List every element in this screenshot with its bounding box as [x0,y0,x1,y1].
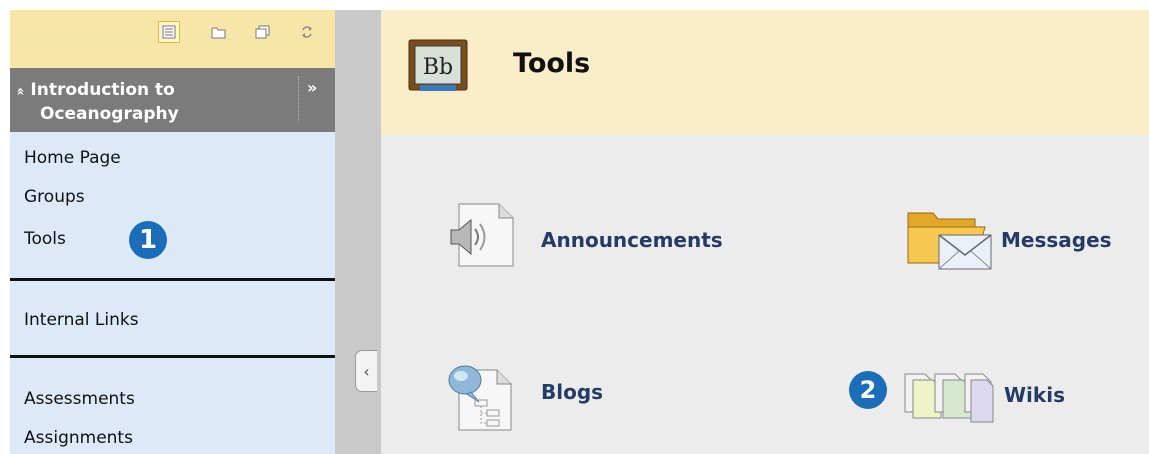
sidebar-item-tools[interactable]: Tools [24,229,66,249]
tools-panel: Announcements Messages Blogs 2 Wikis [381,135,1149,454]
refresh-icon [302,26,312,38]
course-menu-toolbar [10,10,335,68]
messages-link[interactable]: Messages [1001,228,1112,252]
window-left-edge [0,0,10,454]
announcements-link[interactable]: Announcements [541,228,723,252]
sidebar-item-home-page[interactable]: Home Page [24,148,121,168]
window-top-edge [0,0,1149,10]
sidebar-item-assessments[interactable]: Assessments [24,389,135,409]
sidebar-item-internal-links[interactable]: Internal Links [24,310,139,330]
header-separator [298,76,299,122]
callout-badge-2: 2 [849,371,887,409]
blogs-icon[interactable] [441,362,519,436]
list-view-icon [162,25,176,39]
wikis-icon[interactable] [903,366,995,428]
announcements-icon[interactable] [441,200,519,274]
wikis-link[interactable]: Wikis [1004,383,1065,407]
logo-text: Bb [423,55,453,80]
sidebar-item-assignments[interactable]: Assignments [24,428,133,448]
course-title-line1: Introduction to [30,80,175,100]
refresh-button[interactable] [296,21,318,43]
folder-view-button[interactable] [207,21,229,43]
page-header: Bb Tools [381,10,1149,135]
blogs-link[interactable]: Blogs [541,380,603,404]
page-title: Tools [513,48,591,79]
sidebar-item-groups[interactable]: Groups [24,187,85,207]
menu-divider [10,278,335,281]
collapse-sidebar-button[interactable]: ‹ [355,350,377,392]
course-menu-sidebar: «Introduction to Oceanography » Home Pag… [10,10,335,454]
menu-divider [10,355,335,358]
folder-view-icon [211,27,225,38]
collapse-menu-icon[interactable]: « [9,87,32,95]
blackboard-logo: Bb [408,38,470,96]
course-title-line2: Oceanography [40,104,179,124]
chevron-left-icon: ‹ [363,361,370,381]
course-header[interactable]: «Introduction to Oceanography » [10,68,335,132]
callout-badge-1: 1 [129,221,167,259]
list-view-button[interactable] [158,21,180,43]
messages-icon[interactable] [905,201,995,275]
window-view-button[interactable] [251,21,273,43]
course-title[interactable]: «Introduction to Oceanography [13,79,296,126]
window-view-icon [255,25,269,39]
expand-menu-icon[interactable]: » [307,78,317,97]
